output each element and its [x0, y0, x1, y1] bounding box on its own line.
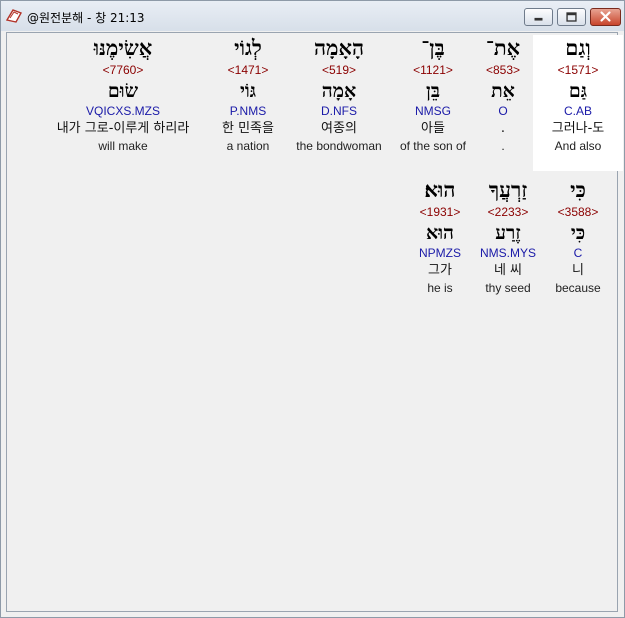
- maximize-button[interactable]: [557, 8, 586, 26]
- hebrew-word: אֲשִׂימֶנּוּ: [93, 35, 153, 60]
- word-hu[interactable]: הוּא׃ <1931> הוּא NPMZS 그가 he is: [395, 177, 485, 296]
- app-window: @원전분해 - 창 21:13 וְגַם <1571> גַּם C.AB 그…: [0, 0, 625, 618]
- korean-gloss: 아들: [421, 121, 445, 136]
- korean-gloss: 내가 그로-이루게 하리라: [56, 121, 190, 136]
- hebrew-root: הוּא: [426, 222, 454, 244]
- strong-number[interactable]: <519>: [294, 61, 384, 79]
- interlinear-pane[interactable]: וְגַם <1571> גַּם C.AB 그러나-도 And also אֶ…: [6, 32, 623, 612]
- hebrew-root: שׂוּם: [107, 80, 139, 102]
- maximize-icon: [566, 12, 577, 22]
- parsing-code: NMSG: [415, 104, 451, 118]
- english-gloss: a nation: [226, 139, 270, 153]
- parsing-code: P.NMS: [229, 104, 267, 118]
- korean-gloss: 여종의: [321, 121, 357, 136]
- hebrew-word: בֶּן־: [421, 35, 445, 60]
- hebrew-root: אָמָה: [321, 80, 357, 102]
- english-gloss: will make: [98, 139, 148, 153]
- korean-gloss: 그가: [428, 263, 452, 278]
- strong-number[interactable]: <7760>: [31, 61, 215, 79]
- window-title: @원전분해 - 창 21:13: [27, 11, 145, 25]
- title-bar[interactable]: @원전분해 - 창 21:13: [1, 1, 624, 31]
- close-icon: [600, 11, 611, 22]
- app-icon: [5, 9, 23, 23]
- hebrew-word: הָאָמָה: [313, 35, 365, 60]
- hebrew-word: לְגוֹי: [234, 35, 262, 60]
- hebrew-word: הוּא׃: [424, 177, 456, 202]
- korean-gloss: 한 민족을: [222, 121, 274, 136]
- strong-number[interactable]: <1121>: [388, 61, 478, 79]
- parsing-code: VQICXS.MZS: [85, 104, 160, 118]
- word-asimenu[interactable]: אֲשִׂימֶנּוּ <7760> שׂוּם VQICXS.MZS 내가 …: [31, 35, 215, 154]
- word-ben[interactable]: בֶּן־ <1121> בֵּן NMSG 아들 of the son of: [388, 35, 478, 154]
- strong-number[interactable]: <1471>: [203, 61, 293, 79]
- english-gloss: he is: [427, 281, 453, 295]
- word-haamah[interactable]: הָאָמָה <519> אָמָה D.NFS 여종의 the bondwo…: [294, 35, 384, 154]
- close-button[interactable]: [590, 8, 621, 26]
- parsing-code: D.NFS: [321, 104, 357, 118]
- english-gloss: the bondwoman: [296, 139, 382, 153]
- hebrew-root: גּוֹי: [239, 80, 257, 102]
- parsing-code: NPMZS: [419, 246, 461, 260]
- hebrew-root: בֵּן: [426, 80, 440, 102]
- word-legoy[interactable]: לְגוֹי <1471> גּוֹי P.NMS 한 민족을 a nation: [203, 35, 293, 154]
- minimize-button[interactable]: [524, 8, 553, 26]
- strong-number[interactable]: <1931>: [395, 203, 485, 221]
- english-gloss: of the son of: [399, 139, 467, 153]
- minimize-icon: [534, 17, 543, 21]
